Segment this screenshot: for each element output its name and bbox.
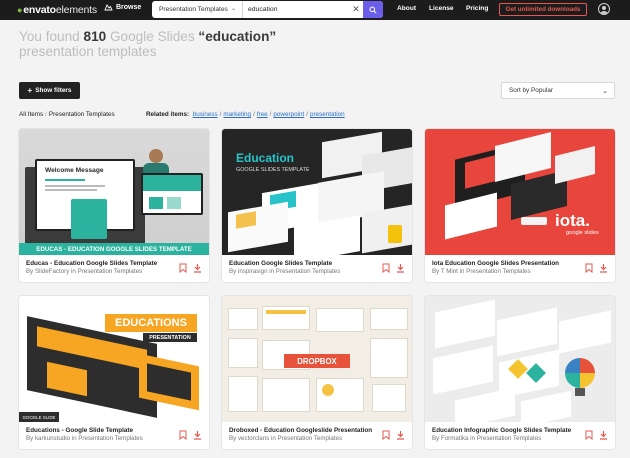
- leaf-icon: ●: [17, 5, 23, 15]
- envato-elements-logo[interactable]: ● envato elements: [17, 3, 97, 17]
- card-title[interactable]: Education Google Slides Template: [229, 260, 381, 267]
- card-author: By T Mint in Presentation Templates: [432, 268, 531, 275]
- clear-search-icon[interactable]: ✕: [349, 4, 363, 15]
- logo-text-envato: envato: [23, 4, 56, 16]
- bookmark-icon[interactable]: [179, 430, 187, 440]
- thumbnail-text: DROPBOX: [284, 354, 350, 368]
- template-card[interactable]: iota. google slides Iota Education Googl…: [425, 129, 615, 282]
- top-navigation-bar: ● envato elements Browse Presentation Te…: [0, 0, 630, 20]
- show-filters-label: Show filters: [35, 87, 72, 94]
- thumbnail-text: iota.: [555, 211, 590, 230]
- card-author: By vectorclans in Presentation Templates: [229, 435, 343, 442]
- download-icon[interactable]: [396, 430, 405, 440]
- template-card[interactable]: Welcome Message EDUCAS - EDUCATION GOOGL…: [19, 129, 209, 282]
- results-count: 810: [83, 29, 107, 44]
- related-link-marketing[interactable]: marketing: [223, 111, 251, 118]
- template-card[interactable]: Education Infographic Google Slides Temp…: [425, 296, 615, 449]
- get-unlimited-downloads-button[interactable]: Get unlimited downloads: [499, 3, 587, 16]
- download-icon[interactable]: [193, 430, 202, 440]
- category-select-value: Presentation Templates: [159, 6, 228, 13]
- show-filters-button[interactable]: + Show filters: [19, 82, 80, 99]
- card-title[interactable]: Educations - Google Slide Template: [26, 427, 178, 434]
- thumbnail-subtitle: google slides: [566, 230, 599, 236]
- card-author: By Formatika in Presentation Templates: [432, 435, 542, 442]
- template-thumbnail[interactable]: iota. google slides: [425, 129, 615, 255]
- download-icon[interactable]: [396, 263, 405, 273]
- related-link-powerpoint[interactable]: powerpoint: [273, 111, 304, 118]
- bookmark-icon[interactable]: [382, 430, 390, 440]
- thumbnail-subtitle: GOOGLE SLIDES TEMPLATE: [236, 167, 310, 173]
- thumbnail-text: Education: [236, 151, 295, 165]
- template-card[interactable]: EDUCATIONS PRESENTATION GOOGLE SLIDE Edu…: [19, 296, 209, 449]
- card-title[interactable]: Educas - Education Google Slides Templat…: [26, 260, 178, 267]
- breadcrumb-all-items[interactable]: All Items: [19, 111, 43, 118]
- related-link-free[interactable]: free: [257, 111, 268, 118]
- card-author: By karkunstudio in Presentation Template…: [26, 435, 143, 442]
- plus-icon: +: [27, 85, 33, 95]
- bookmark-icon[interactable]: [585, 263, 593, 273]
- template-thumbnail[interactable]: EDUCATIONS PRESENTATION GOOGLE SLIDE: [19, 296, 209, 422]
- template-thumbnail[interactable]: DROPBOX: [222, 296, 412, 422]
- card-author: By inspirasign in Presentation Templates: [229, 268, 341, 275]
- chevron-down-icon: ⌄: [230, 6, 236, 12]
- thumbnail-corner-label: GOOGLE SLIDE: [19, 412, 59, 422]
- logo-text-elements: elements: [55, 4, 97, 16]
- nav-license-link[interactable]: License: [429, 5, 454, 12]
- thumbnail-subtitle: PRESENTATION: [143, 333, 197, 342]
- thumbnail-text: EDUCATIONS: [105, 314, 197, 332]
- results-suffix: presentation templates: [19, 44, 157, 59]
- sort-dropdown-value: Sort by Popular: [509, 87, 554, 94]
- thumbnail-text: Welcome Message: [45, 167, 104, 174]
- bookmark-icon[interactable]: [585, 430, 593, 440]
- results-query: “education”: [198, 29, 277, 44]
- search-button[interactable]: [363, 1, 383, 18]
- download-icon[interactable]: [193, 263, 202, 273]
- bookmark-icon[interactable]: [382, 263, 390, 273]
- download-icon[interactable]: [599, 430, 608, 440]
- search-icon: [369, 6, 377, 14]
- related-link-business[interactable]: business: [193, 111, 218, 118]
- card-title[interactable]: Education Infographic Google Slides Temp…: [432, 427, 584, 434]
- template-card[interactable]: DROPBOX Droboxed - Education Googleslide…: [222, 296, 412, 449]
- category-select[interactable]: Presentation Templates ⌄: [152, 1, 243, 18]
- nav-about-link[interactable]: About: [397, 5, 416, 12]
- card-title[interactable]: Droboxed - Education Googleslide Present…: [229, 427, 381, 434]
- search-bar: Presentation Templates ⌄ ✕: [152, 1, 383, 18]
- related-items-label: Related items:: [146, 111, 190, 118]
- search-input[interactable]: [243, 1, 349, 18]
- browse-label: Browse: [116, 4, 142, 11]
- breadcrumb: All Items / Presentation Templates: [19, 111, 115, 118]
- sort-dropdown[interactable]: Sort by Popular ⌄: [501, 82, 615, 99]
- template-thumbnail[interactable]: [425, 296, 615, 422]
- results-heading: You found 810 Google Slides “education” …: [19, 29, 349, 59]
- browse-menu[interactable]: Browse: [104, 4, 141, 11]
- user-avatar-icon[interactable]: [598, 3, 610, 15]
- bookmark-icon[interactable]: [179, 263, 187, 273]
- card-title[interactable]: Iota Education Google Slides Presentatio…: [432, 260, 584, 267]
- template-card[interactable]: Education GOOGLE SLIDES TEMPLATE Educati…: [222, 129, 412, 282]
- results-middle: Google Slides: [106, 29, 199, 44]
- card-author: By SlideFactory in Presentation Template…: [26, 268, 143, 275]
- results-prefix: You found: [19, 29, 84, 44]
- browse-icon: [104, 4, 113, 11]
- breadcrumb-presentation-templates[interactable]: Presentation Templates: [49, 111, 115, 118]
- chevron-down-icon: ⌄: [602, 88, 608, 95]
- download-icon[interactable]: [599, 263, 608, 273]
- thumbnail-banner: EDUCAS - EDUCATION GOOGLE SLIDES TEMPLAT…: [19, 243, 209, 255]
- template-thumbnail[interactable]: Welcome Message EDUCAS - EDUCATION GOOGL…: [19, 129, 209, 255]
- nav-pricing-link[interactable]: Pricing: [466, 5, 488, 12]
- related-items: Related items: business / marketing / free / p…: [146, 111, 345, 118]
- related-link-presentation[interactable]: presentation: [310, 111, 345, 118]
- template-thumbnail[interactable]: Education GOOGLE SLIDES TEMPLATE: [222, 129, 412, 255]
